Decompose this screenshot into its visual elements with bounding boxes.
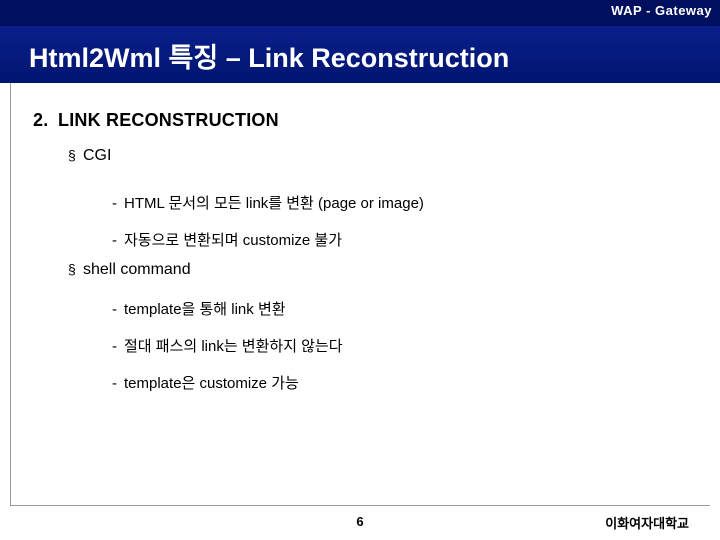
list-item: - template을 통해 link 변환 (112, 298, 286, 319)
dash-icon: - (112, 375, 117, 392)
list-item-text: HTML 문서의 모든 link를 변환 (page or image) (124, 195, 424, 212)
section-bullet-icon: § (68, 261, 76, 277)
bullet-shell-command-label: shell command (83, 261, 191, 278)
list-item: - 절대 패스의 link는 변환하지 않는다 (112, 335, 343, 356)
dash-icon: - (112, 338, 117, 355)
footer-organization: 이화여자대학교 (605, 516, 689, 531)
dash-icon: - (112, 232, 117, 249)
list-item-text: template을 통해 link 변환 (124, 301, 286, 318)
list-item: - template은 customize 가능 (112, 372, 299, 393)
list-item: - 자동으로 변환되며 customize 불가 (112, 229, 342, 250)
dash-icon: - (112, 195, 117, 212)
section-bullet-icon: § (68, 147, 76, 163)
bullet-cgi: § CGI (68, 147, 111, 165)
slide-content: 2. LINK RECONSTRUCTION § CGI - HTML 문서의 모든 … (0, 83, 720, 503)
dash-icon: - (112, 301, 117, 318)
list-item-text: 자동으로 변환되며 customize 불가 (124, 232, 343, 249)
section-number: 2. (33, 110, 49, 130)
section-heading: 2. LINK RECONSTRUCTION (33, 110, 279, 131)
bullet-shell-command: § shell command (68, 261, 191, 279)
list-item-text: template은 customize 가능 (124, 375, 299, 392)
section-heading-text: LINK RECONSTRUCTION (58, 110, 279, 130)
list-item: - HTML 문서의 모든 link를 변환 (page or image) (112, 192, 424, 213)
header-label: WAP - Gateway (611, 3, 712, 18)
bullet-cgi-label: CGI (83, 147, 112, 164)
page-title: Html2Wml 특징 – Link Reconstruction (29, 43, 510, 73)
slide: WAP - Gateway Html2Wml 특징 – Link Reconst… (0, 0, 720, 540)
bottom-divider (10, 505, 710, 506)
list-item-text: 절대 패스의 link는 변환하지 않는다 (124, 338, 343, 355)
